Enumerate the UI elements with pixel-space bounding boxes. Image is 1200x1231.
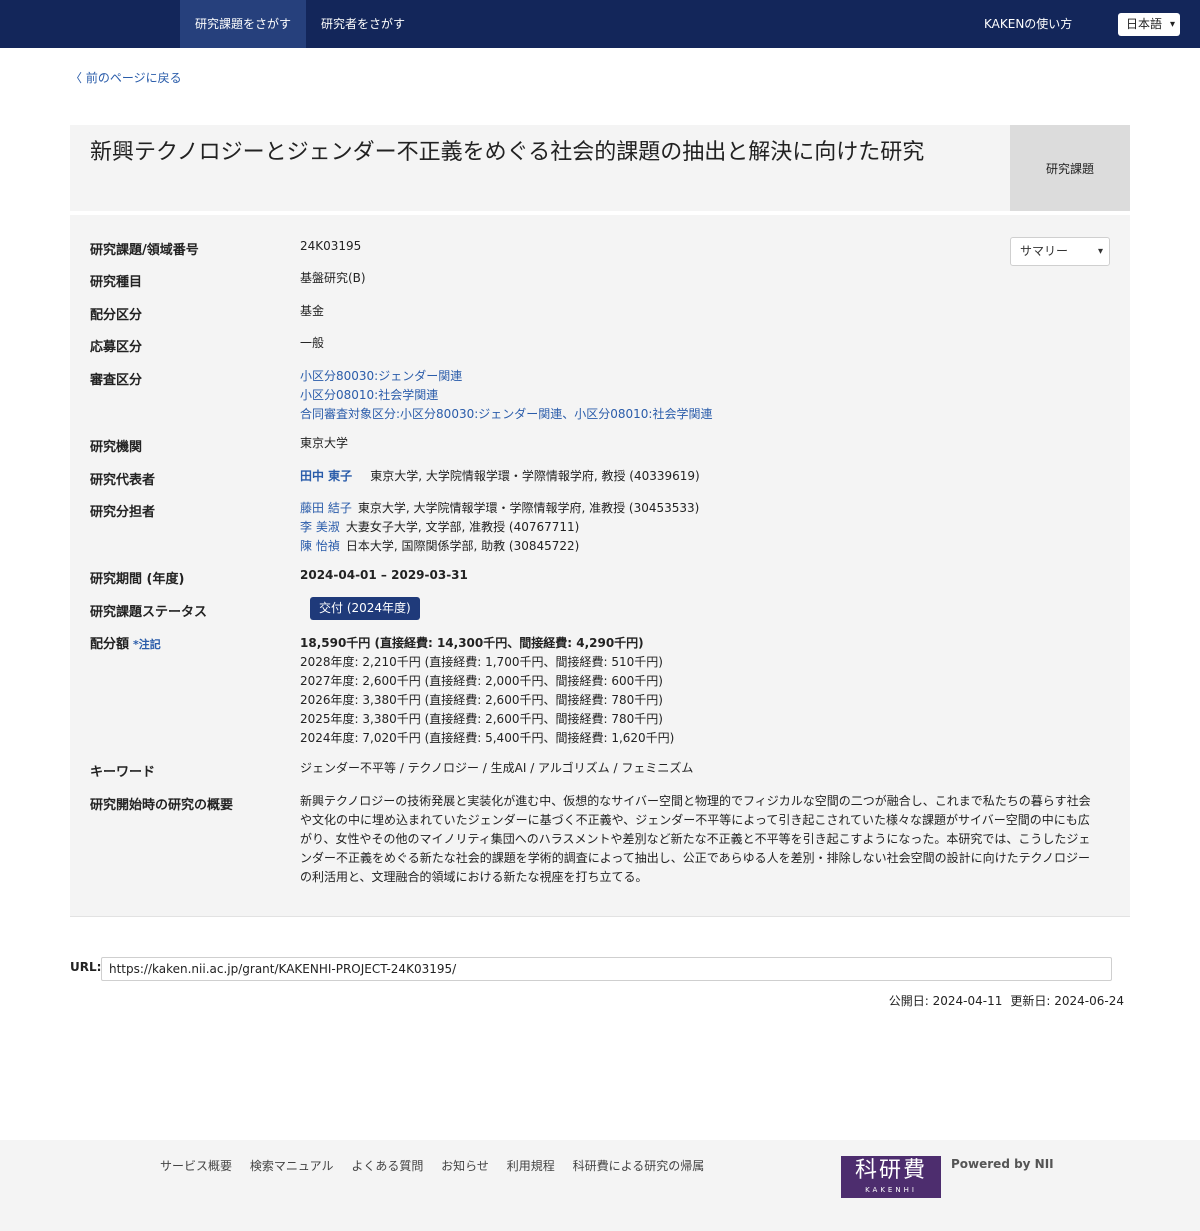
footer-links: サービス概要 検索マニュアル よくある質問 お知らせ 利用規程 科研費による研究… (160, 1157, 718, 1174)
footer-link-service[interactable]: サービス概要 (160, 1159, 232, 1173)
footer: サービス概要 検索マニュアル よくある質問 お知らせ 利用規程 科研費による研究… (0, 1140, 1200, 1231)
footer-link-news[interactable]: お知らせ (441, 1159, 489, 1173)
period-value: 2024-04-01 – 2029-03-31 (300, 568, 468, 582)
pi-label: 研究代表者 (90, 473, 156, 488)
co-investigator-label: 研究分担者 (90, 505, 156, 520)
status-badge: 交付 (2024年度) (310, 597, 420, 620)
co-investigator-name-link[interactable]: 陳 怡禎 (300, 539, 340, 553)
published-date: 公開日: 2024-04-11 (888, 994, 1003, 1008)
keyword-label: キーワード (90, 765, 156, 780)
review-label: 審査区分 (90, 373, 143, 388)
pi-affiliation: 東京大学, 大学院情報学環・学際情報学府, 教授 (40339619) (370, 469, 700, 483)
powered-by: Powered by NII (951, 1157, 1054, 1171)
review-link[interactable]: 合同審査対象区分:小区分80030:ジェンダー関連、小区分08010:社会学関連 (300, 405, 712, 424)
view-select-value: サマリー (1020, 244, 1069, 258)
logo-kanji: 科研費 (854, 1158, 927, 1183)
allocation-label: 配分区分 (90, 308, 143, 323)
chevron-down-icon: ▾ (1097, 246, 1103, 257)
back-link[interactable]: 〈 前のページに戻る (70, 69, 182, 86)
view-select[interactable]: サマリー ▾ (1010, 237, 1110, 266)
tab-search-grants[interactable]: 研究課題をさがす (180, 0, 306, 48)
period-label: 研究期間 (年度) (90, 572, 185, 587)
list-item: 藤田 結子 東京大学, 大学院情報学環・学際情報学府, 准教授 (30453533… (300, 499, 699, 518)
chevron-down-icon: ▾ (1169, 19, 1175, 30)
language-select-value: 日本語 (1126, 17, 1163, 31)
list-item: 李 美淑 大妻女子大学, 文学部, 准教授 (40767711) (300, 518, 699, 537)
footer-link-terms[interactable]: 利用規程 (507, 1159, 555, 1173)
page-title: 新興テクノロジーとジェンダー不正義をめぐる社会的課題の抽出と解決に向けた研究 (90, 140, 925, 165)
howto-link[interactable]: KAKENの使い方 (984, 0, 1072, 48)
amount-note-link[interactable]: *注記 (133, 638, 161, 651)
type-badge: 研究課題 (1010, 125, 1130, 211)
co-investigator-list: 藤田 結子 東京大学, 大学院情報学環・学際情報学府, 准教授 (30453533… (300, 499, 699, 556)
pi-name-link[interactable]: 田中 東子 (300, 469, 352, 483)
footer-link-faq[interactable]: よくある質問 (351, 1159, 423, 1173)
amount-year: 2024年度: 7,020千円 (直接経費: 5,400千円、間接経費: 1,6… (300, 731, 675, 745)
amount-total: 18,590千円 (直接経費: 14,300千円、間接経費: 4,290千円) (300, 636, 644, 650)
application-label: 応募区分 (90, 340, 143, 355)
amount-year: 2026年度: 3,380千円 (直接経費: 2,600千円、間接経費: 780… (300, 693, 663, 707)
co-investigator-affiliation: 東京大学, 大学院情報学環・学際情報学府, 准教授 (30453533) (357, 501, 700, 515)
amount-year: 2028年度: 2,210千円 (直接経費: 1,700千円、間接経費: 510… (300, 655, 663, 669)
status-row: 交付 (2024年度) (300, 597, 420, 620)
title-box: 新興テクノロジーとジェンダー不正義をめぐる社会的課題の抽出と解決に向けた研究 研… (70, 125, 1130, 211)
category-link[interactable]: 基盤研究(B) (300, 269, 366, 288)
co-investigator-affiliation: 日本大学, 国際関係学部, 助教 (30845722) (345, 539, 580, 553)
keyword-value: ジェンダー不平等 / テクノロジー / 生成AI / アルゴリズム / フェミニ… (300, 761, 694, 775)
co-investigator-name-link[interactable]: 藤田 結子 (300, 501, 352, 515)
number-label: 研究課題/領域番号 (90, 243, 199, 258)
amount-year: 2027年度: 2,600千円 (直接経費: 2,000千円、間接経費: 600… (300, 674, 663, 688)
review-list: 小区分80030:ジェンダー関連 小区分08010:社会学関連 合同審査対象区分… (300, 367, 712, 424)
top-navbar: 研究課題をさがす 研究者をさがす KAKENの使い方 日本語 ▾ (0, 0, 1200, 48)
co-investigator-name-link[interactable]: 李 美淑 (300, 520, 340, 534)
footer-link-manual[interactable]: 検索マニュアル (250, 1159, 334, 1173)
institution-link[interactable]: 東京大学 (300, 434, 348, 453)
review-link[interactable]: 小区分08010:社会学関連 (300, 386, 712, 405)
amount-year: 2025年度: 3,380千円 (直接経費: 2,600千円、間接経費: 780… (300, 712, 663, 726)
amount-list: 18,590千円 (直接経費: 14,300千円、間接経費: 4,290千円) … (300, 634, 674, 748)
tab-search-researchers[interactable]: 研究者をさがす (306, 0, 420, 48)
updated-date: 更新日: 2024-06-24 (1010, 994, 1124, 1008)
institution-label: 研究機関 (90, 440, 143, 455)
amount-label: 配分額 (90, 637, 130, 652)
url-field[interactable]: https://kaken.nii.ac.jp/grant/KAKENHI-PR… (101, 957, 1112, 981)
date-info: 公開日: 2024-04-11 更新日: 2024-06-24 (881, 992, 1124, 1009)
project-number: 24K03195 (300, 239, 362, 253)
review-link[interactable]: 小区分80030:ジェンダー関連 (300, 367, 712, 386)
url-label: URL: (70, 960, 102, 974)
allocation-value: 基金 (300, 304, 325, 318)
list-item: 陳 怡禎 日本大学, 国際関係学部, 助教 (30845722) (300, 537, 699, 556)
language-select[interactable]: 日本語 ▾ (1118, 13, 1180, 36)
co-investigator-affiliation: 大妻女子大学, 文学部, 准教授 (40767711) (345, 520, 580, 534)
status-label: 研究課題ステータス (90, 605, 208, 620)
pi-row: 田中 東子 東京大学, 大学院情報学環・学際情報学府, 教授 (40339619) (300, 467, 700, 486)
kakenhi-logo[interactable]: 科研費 KAKENHI (841, 1156, 941, 1198)
application-value: 一般 (300, 336, 325, 350)
amount-label-row: 配分額 *注記 (90, 633, 161, 652)
abstract-label: 研究開始時の研究の概要 (90, 798, 234, 813)
abstract-text: 新興テクノロジーの技術発展と実装化が進む中、仮想的なサイバー空間と物理的でフィジ… (300, 794, 1091, 884)
logo-roman: KAKENHI (865, 1186, 917, 1194)
footer-link-attribution[interactable]: 科研費による研究の帰属 (573, 1159, 705, 1173)
category-label: 研究種目 (90, 275, 143, 290)
